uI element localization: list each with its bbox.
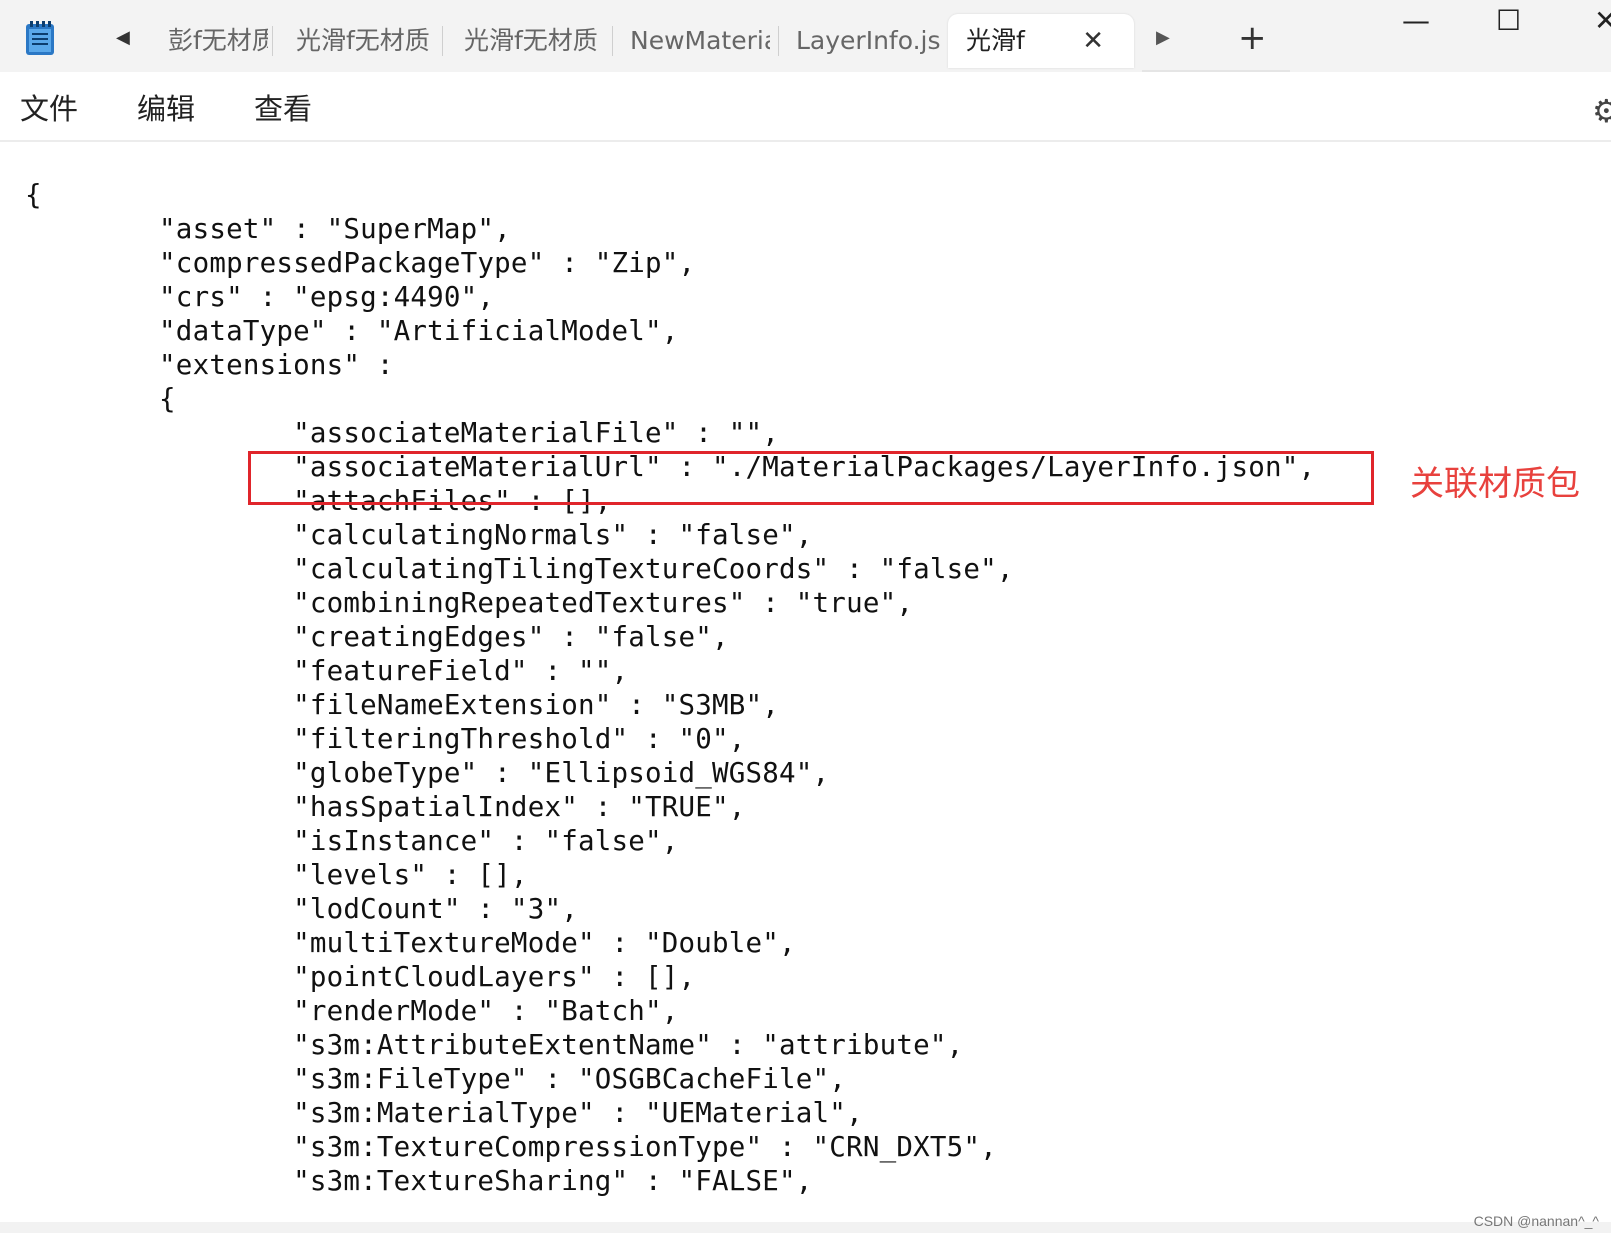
code-line: "featureField" : "", [25, 655, 629, 687]
tab-label: LayerInfo.json [796, 26, 940, 55]
tab-3[interactable]: NewMateria [630, 14, 770, 68]
code-line: "associateMaterialFile" : "", [25, 417, 780, 449]
annotation-label: 关联材质包 [1410, 464, 1580, 504]
code-line: "creatingEdges" : "false", [25, 621, 729, 653]
tab-divider [778, 26, 779, 56]
gear-icon[interactable]: ⚙ [1592, 92, 1611, 130]
code-line: "dataType" : "ArtificialModel", [25, 315, 679, 347]
bottom-edge [0, 1222, 1611, 1233]
code-line: "s3m:TextureSharing" : "FALSE", [25, 1165, 813, 1197]
code-line: "calculatingNormals" : "false", [25, 519, 813, 551]
code-line: "renderMode" : "Batch", [25, 995, 679, 1027]
code-line: { [25, 179, 42, 211]
tab-0[interactable]: 彭f无材质 [168, 14, 268, 68]
code-line: { [25, 383, 176, 415]
code-line: "s3m:AttributeExtentName" : "attribute", [25, 1029, 964, 1061]
tab-label: NewMateria [630, 26, 770, 55]
code-line: "multiTextureMode" : "Double", [25, 927, 796, 959]
code-line: "lodCount" : "3", [25, 893, 578, 925]
code-line: "extensions" : [25, 349, 394, 381]
watermark: CSDN @nannan^_^ [1473, 1213, 1599, 1229]
menu-bar: 文件 编辑 查看 ⚙ [0, 72, 1611, 142]
code-line: "levels" : [], [25, 859, 528, 891]
code-line: "calculatingTilingTextureCoords" : "fals… [25, 553, 1014, 585]
tab-1[interactable]: 光滑f无材质 [296, 14, 436, 68]
code-line: "hasSpatialIndex" : "TRUE", [25, 791, 746, 823]
tab-label: 光滑f无材质 [464, 26, 598, 55]
close-icon[interactable]: ✕ [1082, 14, 1104, 68]
title-bar: ◀ 彭f无材质 光滑f无材质 光滑f无材质 NewMateria LayerIn… [0, 0, 1611, 72]
tab-divider [272, 26, 273, 56]
notepad-icon[interactable] [25, 20, 55, 56]
code-line: "s3m:MaterialType" : "UEMaterial", [25, 1097, 863, 1129]
menu-file[interactable]: 文件 [20, 86, 78, 128]
code-line: "filteringThreshold" : "0", [25, 723, 746, 755]
tab-label: 光滑f无材质 [296, 26, 430, 55]
caret-right-icon[interactable]: ▶ [1156, 27, 1170, 48]
code-line: "s3m:FileType" : "OSGBCacheFile", [25, 1063, 847, 1095]
code-line: "s3m:TextureCompressionType" : "CRN_DXT5… [25, 1131, 997, 1163]
minimize-icon[interactable]: — [1402, 4, 1430, 37]
tab-active[interactable]: 光滑f ✕ [948, 14, 1134, 68]
code-line: "globeType" : "Ellipsoid_WGS84", [25, 757, 830, 789]
menu-edit[interactable]: 编辑 [137, 86, 195, 128]
tab-label: 彭f无材质 [168, 26, 268, 55]
close-window-icon[interactable]: ✕ [1594, 4, 1611, 37]
tab-2[interactable]: 光滑f无材质 [464, 14, 604, 68]
code-line: "isInstance" : "false", [25, 825, 679, 857]
code-line: "fileNameExtension" : "S3MB", [25, 689, 780, 721]
tab-label: 光滑f [966, 26, 1025, 55]
caret-left-icon[interactable]: ◀ [116, 27, 130, 48]
maximize-icon[interactable]: ☐ [1496, 4, 1521, 37]
text-editor[interactable]: { "asset" : "SuperMap", "compressedPacka… [0, 142, 1611, 1222]
highlight-box [248, 451, 1374, 505]
tab-4[interactable]: LayerInfo.json [796, 14, 940, 68]
code-line: "asset" : "SuperMap", [25, 213, 511, 245]
plus-icon[interactable]: + [1238, 18, 1267, 58]
code-line: "combiningRepeatedTextures" : "true", [25, 587, 914, 619]
code-line: "crs" : "epsg:4490", [25, 281, 495, 313]
code-line: "compressedPackageType" : "Zip", [25, 247, 696, 279]
code-line: "pointCloudLayers" : [], [25, 961, 696, 993]
menu-view[interactable]: 查看 [254, 86, 312, 128]
tab-divider [442, 26, 443, 56]
tab-divider [612, 26, 613, 56]
